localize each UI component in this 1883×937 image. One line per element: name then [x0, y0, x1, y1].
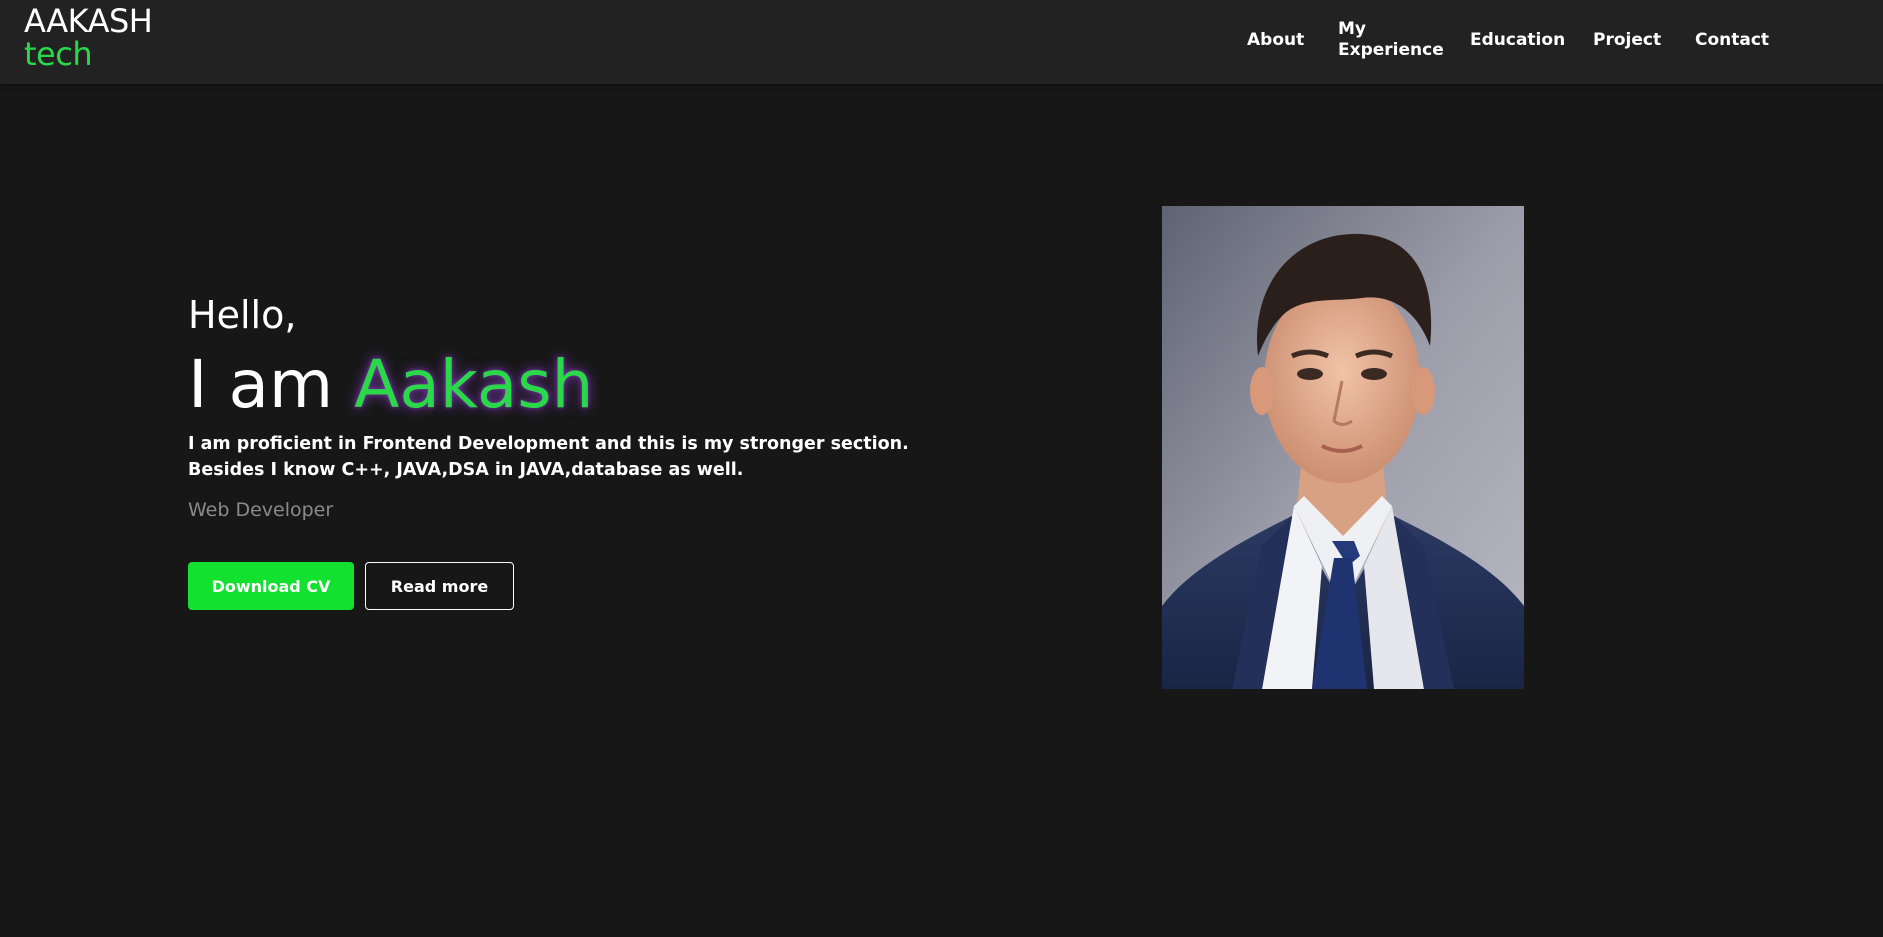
nav-link-experience-line-2: Experience: [1338, 40, 1444, 60]
hero-name: Aakash: [354, 346, 594, 423]
profile-photo: [1162, 206, 1524, 689]
nav-link-experience[interactable]: My Experience: [1338, 19, 1444, 61]
hero-intro-prefix: I am: [188, 346, 334, 423]
nav-link-education[interactable]: Education: [1470, 30, 1565, 51]
nav-links: About My Experience Education Project Co…: [0, 0, 1883, 84]
hero-description-line-1: I am proficient in Frontend Development …: [188, 434, 909, 454]
read-more-button[interactable]: Read more: [365, 562, 514, 610]
hero-description-line-2: Besides I know C++, JAVA,DSA in JAVA,dat…: [188, 460, 744, 480]
nav-link-project[interactable]: Project: [1593, 30, 1661, 51]
hero-description: I am proficient in Frontend Development …: [188, 431, 909, 483]
nav-link-contact[interactable]: Contact: [1695, 30, 1769, 51]
download-cv-button[interactable]: Download CV: [188, 562, 354, 610]
hero-greeting: Hello,: [188, 293, 297, 337]
hero-role: Web Developer: [188, 499, 334, 521]
nav-link-about[interactable]: About: [1247, 30, 1304, 51]
hero-headline: I am Aakash: [188, 345, 594, 425]
nav-link-experience-line-1: My: [1338, 19, 1366, 39]
navbar: AAKASH tech About My Experience Educatio…: [0, 0, 1883, 84]
profile-photo-icon: [1162, 206, 1524, 689]
